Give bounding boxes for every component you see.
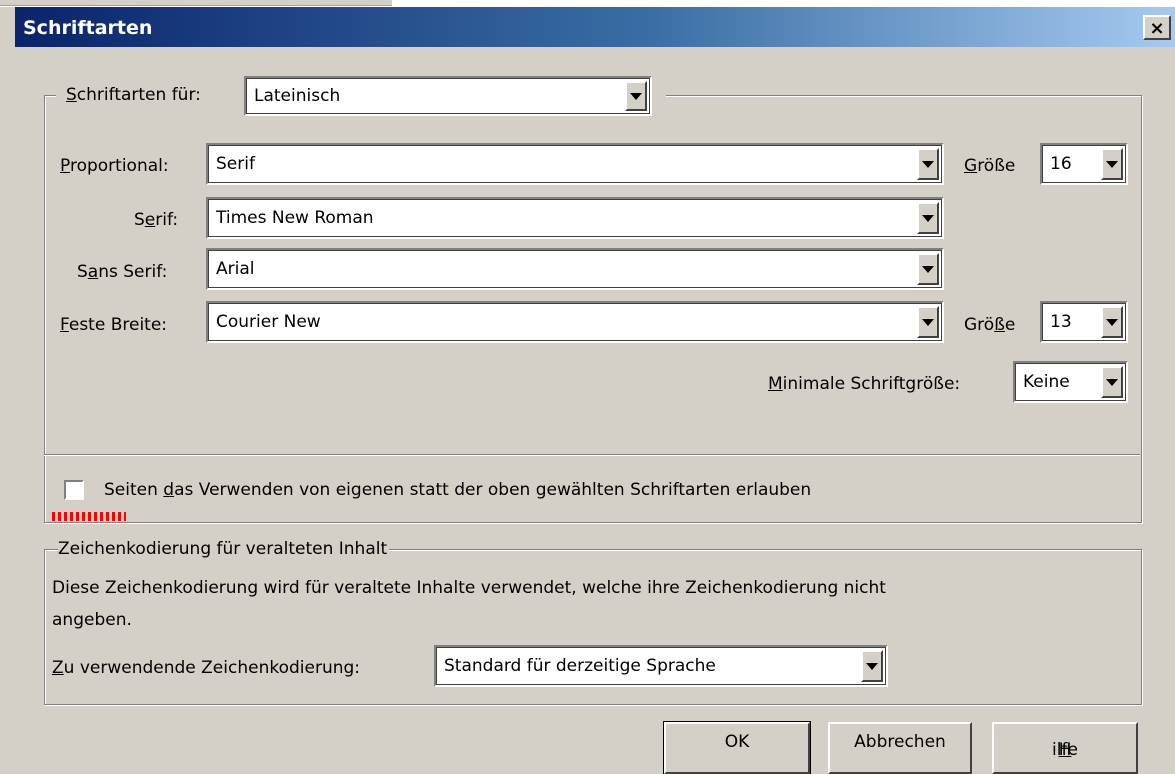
monospace-label: Feste Breite:	[60, 315, 168, 335]
chevron-down-icon[interactable]	[861, 650, 883, 682]
encoding-description-line1: Diese Zeichenkodierung wird für veraltet…	[52, 578, 886, 598]
background-left-edge	[0, 7, 15, 762]
chevron-down-icon[interactable]	[917, 306, 939, 338]
encoding-value: Standard für derzeitige Sprache	[444, 656, 716, 676]
ok-button[interactable]: OK	[663, 721, 811, 774]
ok-button-label: OK	[724, 732, 750, 752]
fonts-for-language-select[interactable]: Lateinisch	[244, 76, 652, 116]
encoding-select-label: Zu verwendende Zeichenkodierung:	[52, 658, 361, 678]
serif-value: Times New Roman	[216, 208, 374, 228]
proportional-value: Serif	[216, 154, 255, 174]
size2-value: 13	[1050, 312, 1072, 332]
serif-select[interactable]: Times New Roman	[206, 197, 944, 239]
close-button[interactable]: ×	[1143, 15, 1171, 40]
monospace-select[interactable]: Courier New	[206, 301, 944, 343]
chevron-down-icon[interactable]	[1101, 306, 1123, 338]
sans-serif-value: Arial	[216, 259, 255, 279]
size1-label: Größe	[964, 156, 1016, 176]
size2-select[interactable]: 13	[1040, 301, 1128, 343]
help-button[interactable]: Hilfe	[992, 722, 1138, 774]
chevron-down-icon[interactable]	[917, 148, 939, 180]
min-size-label: Minimale Schriftgröße:	[768, 374, 961, 394]
size1-select[interactable]: 16	[1040, 143, 1128, 185]
fonts-for-label: Schriftarten für:	[66, 85, 201, 105]
red-tick-marks	[52, 512, 126, 521]
window-title: Schriftarten	[23, 17, 153, 39]
chevron-down-icon[interactable]	[1101, 366, 1123, 398]
allow-pages-fonts-label[interactable]: Seiten das Verwenden von eigenen statt d…	[104, 480, 811, 500]
proportional-label: Proportional:	[60, 156, 169, 176]
cancel-button[interactable]: Abbrechen	[828, 722, 972, 774]
sans-serif-label: Sans Serif:	[77, 262, 168, 282]
fonts-separator	[44, 454, 1140, 456]
min-size-value: Keine	[1023, 372, 1070, 392]
cancel-button-label: Abbrechen	[854, 732, 946, 752]
encoding-description-line2: angeben.	[52, 610, 132, 630]
chevron-down-icon[interactable]	[917, 253, 939, 285]
chevron-down-icon[interactable]	[917, 202, 939, 234]
min-size-select[interactable]: Keine	[1013, 361, 1128, 403]
encoding-select[interactable]: Standard für derzeitige Sprache	[434, 645, 888, 687]
close-icon: ×	[1149, 18, 1165, 39]
encoding-group-title: Zeichenkodierung für veralteten Inhalt	[58, 539, 390, 559]
language-value: Lateinisch	[254, 86, 341, 106]
proportional-select[interactable]: Serif	[206, 143, 944, 185]
sans-serif-select[interactable]: Arial	[206, 248, 944, 290]
background-window-edge	[0, 0, 392, 6]
chevron-down-icon[interactable]	[1101, 148, 1123, 180]
size2-label: Größe	[964, 315, 1016, 335]
title-bar[interactable]: Schriftarten ×	[15, 7, 1175, 47]
allow-pages-fonts-checkbox[interactable]	[64, 480, 84, 500]
monospace-value: Courier New	[216, 312, 321, 332]
size1-value: 16	[1050, 154, 1072, 174]
chevron-down-icon[interactable]	[625, 81, 647, 111]
serif-label: Serif:	[134, 210, 179, 230]
